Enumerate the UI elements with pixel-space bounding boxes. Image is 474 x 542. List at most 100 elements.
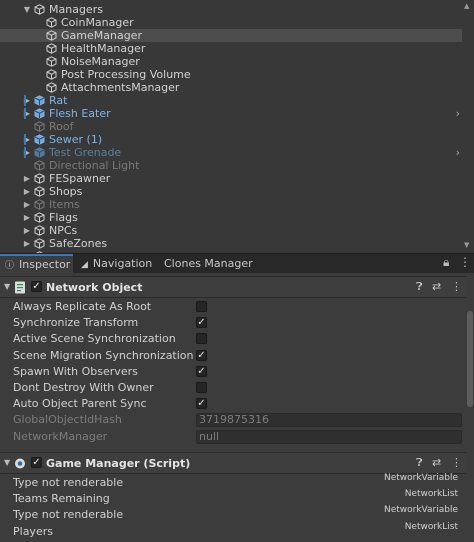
cube-icon — [46, 17, 57, 28]
property-row: Dont Destroy With Owner — [0, 380, 466, 396]
component-menu-icon[interactable]: ⋮ — [451, 280, 462, 293]
hierarchy-item-label: Managers — [49, 3, 103, 16]
property-row: Always Replicate As Root — [0, 299, 466, 315]
property-label: Synchronize Transform — [13, 316, 139, 330]
collapse-arrow-icon[interactable]: ▶ — [22, 237, 32, 250]
game-manager-enabled-checkbox[interactable]: ✓ — [31, 457, 42, 468]
hierarchy-item[interactable]: ▶ Shops — [0, 185, 462, 198]
hierarchy-panel: ▼ Managers CoinManager GameManager HealthMan… — [0, 0, 474, 253]
hierarchy-item[interactable]: ▶ Test Grenade › — [0, 146, 462, 159]
tab-inspector-label: Inspector — [19, 258, 71, 271]
property-row: Scene Migration Synchronization ✓ — [0, 348, 466, 364]
hierarchy-item-label: Flesh Eater — [49, 107, 111, 120]
hierarchy-item[interactable]: ▶ Flesh Eater › — [0, 107, 462, 120]
cube-icon — [34, 4, 45, 15]
hierarchy-item[interactable]: ▶ Flags — [0, 211, 462, 224]
hierarchy-item[interactable]: AttachmentsManager — [0, 81, 462, 94]
prefab-override-marker — [24, 95, 26, 106]
help-icon[interactable]: ❓︎ — [416, 456, 423, 470]
property-row: Synchronize Transform ✓ — [0, 315, 466, 331]
hierarchy-item[interactable]: Directional Light — [0, 159, 462, 172]
collapse-arrow-icon[interactable]: ▶ — [22, 211, 32, 224]
prefab-override-marker — [24, 134, 26, 145]
component-menu-icon[interactable]: ⋮ — [451, 456, 462, 469]
property-checkbox[interactable]: ✓ — [196, 349, 207, 361]
foldout-arrow-icon[interactable]: ▼ — [4, 282, 10, 291]
chevron-right-icon[interactable]: › — [456, 107, 460, 120]
property-checkbox[interactable] — [196, 382, 207, 393]
hierarchy-item[interactable]: ▶ FESpawner — [0, 172, 462, 185]
property-label: Spawn With Observers — [13, 364, 138, 378]
tab-clones-manager-label: Clones Manager — [164, 257, 253, 270]
hierarchy-item[interactable]: ▶ Sewer (1) — [0, 133, 462, 146]
tab-inspector[interactable]: ⓘ Inspector — [0, 254, 73, 274]
prefab-cube-icon — [34, 95, 45, 106]
property-checkbox[interactable]: ✓ — [196, 365, 207, 377]
property-checkbox[interactable]: ✓ — [196, 398, 207, 410]
preset-icon[interactable]: ⇄ — [432, 456, 441, 469]
hierarchy-item[interactable]: ▶ Rat — [0, 94, 462, 107]
collapse-arrow-icon[interactable]: ▶ — [22, 185, 32, 198]
script-file-icon — [15, 281, 25, 294]
hierarchy-item-label: Post Processing Volume — [61, 68, 191, 81]
tab-navigation-label: Navigation — [92, 257, 153, 270]
cube-icon — [34, 225, 45, 236]
hierarchy-item-label: Rat — [49, 94, 68, 107]
property-checkbox[interactable] — [196, 301, 207, 312]
prefab-cube-icon — [34, 147, 45, 158]
network-object-header[interactable]: ▼ ✓ Network Object ❓︎ ⇄ ⋮ — [0, 276, 466, 298]
property-checkbox[interactable]: ✓ — [196, 317, 207, 329]
hierarchy-item[interactable]: NoiseManager — [0, 55, 462, 68]
hierarchy-item[interactable]: ▶ Items — [0, 198, 462, 211]
foldout-arrow-icon[interactable]: ▼ — [4, 458, 10, 467]
property-checkbox[interactable] — [196, 333, 207, 345]
collapse-arrow-icon[interactable]: ▶ — [22, 198, 32, 211]
property-label: Players — [13, 524, 53, 538]
property-type-value: NetworkList — [404, 521, 458, 532]
network-object-enabled-checkbox[interactable]: ✓ — [31, 281, 42, 292]
property-row: GlobalObjectIdHash 3719875316 — [0, 412, 466, 428]
hierarchy-item[interactable]: Post Processing Volume — [0, 68, 462, 81]
tab-navigation[interactable]: ◢ Navigation — [79, 254, 152, 274]
hierarchy-item-label: Roof — [49, 120, 74, 133]
network-script-icon — [15, 458, 25, 469]
collapse-arrow-icon[interactable]: ▶ — [22, 224, 32, 237]
inspector-scrollbar[interactable] — [466, 273, 474, 542]
hierarchy-item[interactable]: GameManager — [0, 29, 462, 42]
hierarchy-item[interactable]: ▶ SafeZones — [0, 237, 462, 250]
cube-icon — [34, 121, 45, 132]
prefab-override-marker — [24, 147, 26, 158]
hierarchy-item[interactable]: ▼ Managers — [0, 3, 462, 16]
hierarchy-scrollbar[interactable]: ▲ ▼ — [462, 0, 474, 253]
hierarchy-item[interactable]: HealthManager — [0, 42, 462, 55]
hierarchy-item[interactable]: CoinManager — [0, 16, 462, 29]
preset-icon[interactable]: ⇄ — [432, 280, 441, 293]
scroll-down-icon[interactable]: ▼ — [464, 241, 469, 249]
property-row: Type not renderable NetworkVariable — [0, 505, 466, 521]
scroll-up-icon[interactable]: ▲ — [464, 2, 469, 10]
tab-clones-manager[interactable]: Clones Manager — [164, 254, 253, 274]
lock-icon[interactable]: 🔒︎ — [443, 255, 449, 270]
help-icon[interactable]: ❓︎ — [416, 280, 423, 294]
cube-icon — [46, 69, 57, 80]
cube-icon — [34, 238, 45, 249]
hierarchy-item-label: AttachmentsManager — [61, 81, 180, 94]
property-label: GlobalObjectIdHash — [13, 413, 122, 427]
hierarchy-item[interactable]: ▶ NPCs — [0, 224, 462, 237]
inspector-panel: ▼ ✓ Network Object ❓︎ ⇄ ⋮ Always Replica… — [0, 273, 474, 542]
property-label: Scene Migration Synchronization — [13, 348, 194, 362]
expand-arrow-icon[interactable]: ▼ — [22, 3, 32, 16]
hierarchy-item[interactable]: Roof — [0, 120, 462, 133]
hierarchy-item-label: Flags — [49, 211, 78, 224]
hierarchy-item-label: Sewer (1) — [49, 133, 103, 146]
property-row: Active Scene Synchronization — [0, 331, 466, 347]
hierarchy-item-label: Items — [49, 198, 80, 211]
collapse-arrow-icon[interactable]: ▶ — [22, 172, 32, 185]
chevron-right-icon[interactable]: › — [456, 146, 460, 159]
hierarchy-item-label: NoiseManager — [61, 55, 140, 68]
property-row: NetworkManager null — [0, 429, 466, 445]
kebab-menu-icon[interactable]: ⋮ — [459, 255, 471, 269]
property-label: Always Replicate As Root — [13, 300, 152, 313]
inspector-scrollbar-thumb[interactable] — [467, 311, 473, 407]
property-label: Dont Destroy With Owner — [13, 381, 154, 394]
